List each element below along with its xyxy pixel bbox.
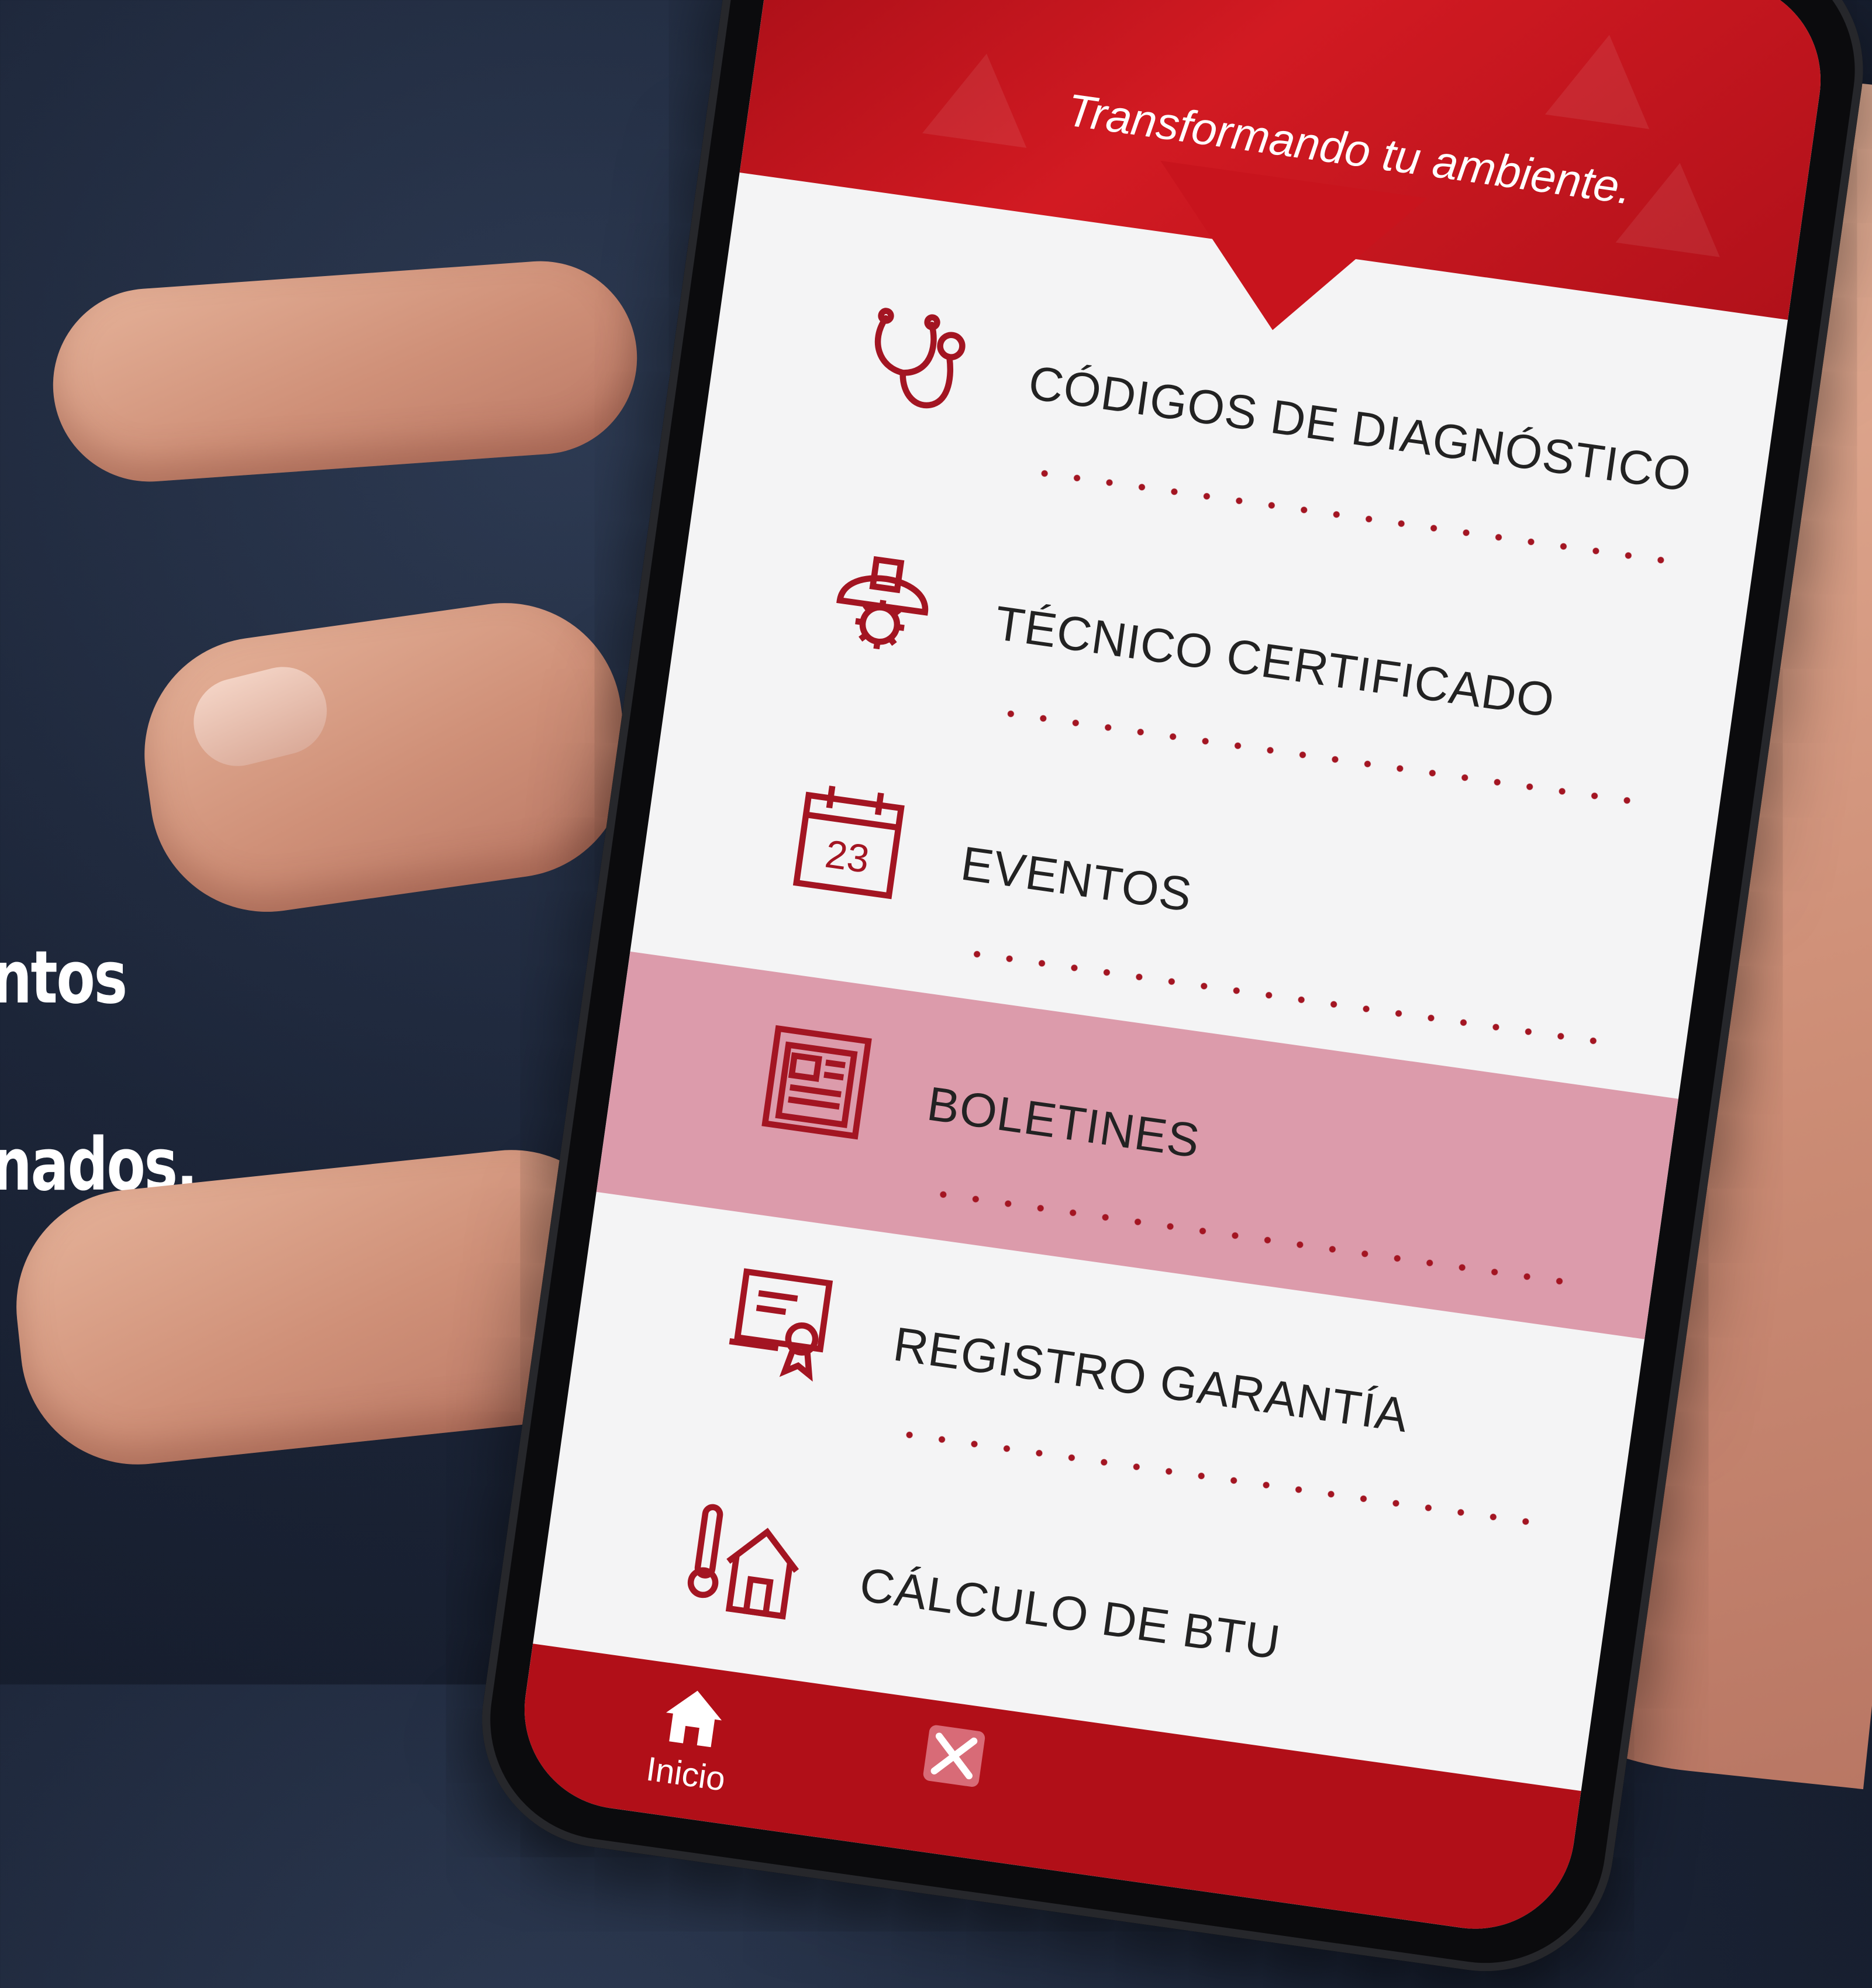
menu-item-label: EVENTOS [957, 836, 1195, 922]
finger-middle [129, 588, 643, 927]
newspaper-icon [761, 1025, 872, 1140]
side-text-line-1: ntos [0, 936, 127, 1020]
tools-icon [923, 1725, 985, 1787]
tab-herramientas[interactable] [880, 1711, 1029, 1803]
hardhat-gear-icon [836, 556, 928, 650]
menu-item-label: BOLETINES [923, 1077, 1204, 1169]
menu-item-label: CÁLCULO DE BTU [856, 1558, 1284, 1670]
tab-inicio[interactable]: Inicio [613, 1675, 768, 1804]
main-menu: CÓDIGOS DE DIAGNÓSTICO TÉCNICO CERTIFICA… [529, 230, 1780, 1820]
finger-top [46, 254, 644, 488]
stethoscope-icon [874, 308, 966, 409]
tab-label: Inicio [644, 1749, 728, 1798]
calendar-day: 23 [822, 832, 871, 882]
menu-item-label: TÉCNICO CERTIFICADO [991, 596, 1558, 728]
home-icon [666, 1690, 722, 1748]
calendar-icon: 23 [792, 785, 905, 900]
menu-item-label: REGISTRO GARANTÍA [890, 1317, 1412, 1443]
certificate-icon [729, 1268, 833, 1382]
thermometer-house-icon [687, 1504, 799, 1620]
app-screen: Transformando tu ambiente. CÓDIGOS DE DI… [511, 0, 1834, 1942]
